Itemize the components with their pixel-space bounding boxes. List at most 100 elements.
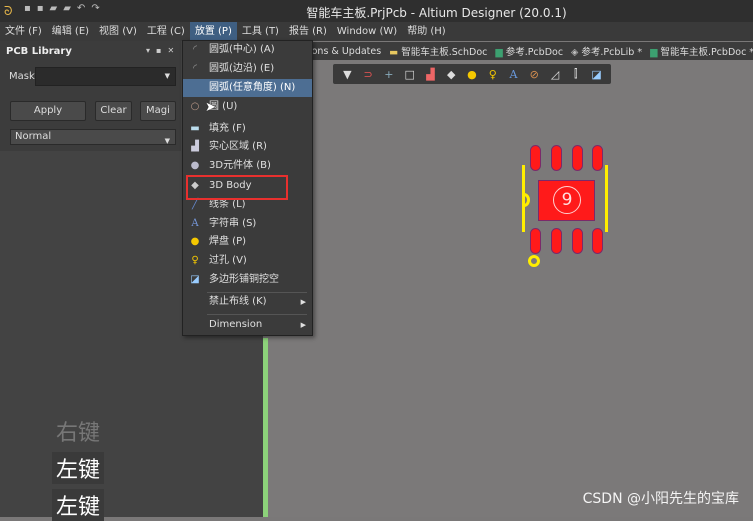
menu-item-keepout[interactable]: 禁止布线 (K) ▶ xyxy=(183,293,312,311)
crosshair-icon[interactable]: + xyxy=(382,68,396,81)
menu-item-label: 3D元件体 (B) xyxy=(209,160,271,171)
pad[interactable] xyxy=(551,228,562,254)
menu-item-pad[interactable]: ● 焊盘 (P) xyxy=(183,233,312,251)
panel-title: PCB Library xyxy=(6,46,72,57)
menu-file[interactable]: 文件 (F) xyxy=(0,22,47,41)
menu-item-label: 线条 (L) xyxy=(209,199,246,210)
highlight-box xyxy=(186,175,288,200)
filter-icon[interactable]: ▼ xyxy=(340,68,354,81)
menu-item-dimension[interactable]: Dimension ▶ xyxy=(183,316,312,334)
pad[interactable] xyxy=(572,145,583,171)
tab-ref-pcblib[interactable]: ◈ 参考.PcbLib * xyxy=(571,44,642,58)
pad[interactable] xyxy=(592,228,603,254)
polygon-icon[interactable]: ◪ xyxy=(590,68,604,81)
select-rect-icon[interactable]: □ xyxy=(403,68,417,81)
menu-item-label: 实心区域 (R) xyxy=(209,141,267,152)
menu-item-circle[interactable]: ○ 圆 (U) xyxy=(183,98,312,116)
arc-edge-icon: ◜ xyxy=(193,63,197,74)
menu-item-polygon-cutout[interactable]: ◪ 多边形铺铜挖空 xyxy=(183,271,312,289)
menu-item-label: 字符串 (S) xyxy=(209,218,257,229)
pad[interactable] xyxy=(530,145,541,171)
menu-item-string[interactable]: A 字符串 (S) xyxy=(183,215,312,233)
pad[interactable] xyxy=(530,228,541,254)
pad-designator: 9 xyxy=(553,186,581,214)
menu-item-arc-edge[interactable]: ◜ 圆弧(边沿) (E) xyxy=(183,60,312,78)
canvas-edge-line xyxy=(263,338,268,517)
align-icon[interactable]: ▟ xyxy=(423,68,437,81)
window-title: 智能车主板.PrjPcb - Altium Designer (20.0.1) xyxy=(306,6,567,20)
menu-item-label: 填充 (F) xyxy=(209,123,246,134)
via-icon: ♀ xyxy=(191,255,199,266)
pad[interactable] xyxy=(551,145,562,171)
via-icon[interactable]: ♀ xyxy=(486,68,500,81)
fill-icon: ▬ xyxy=(190,123,200,134)
schdoc-icon: ▬ xyxy=(389,47,402,58)
origin-marker xyxy=(528,255,540,267)
active-bar: ▼ ⊃ + □ ▟ ◆ ● ♀ A ⊘ ◿ ⫿ ◪ xyxy=(333,64,611,84)
menu-item-label: 多边形铺铜挖空 xyxy=(209,274,279,285)
clear-button[interactable]: Clear xyxy=(95,101,132,121)
pcblib-icon: ◈ xyxy=(571,47,582,58)
menu-help[interactable]: 帮助 (H) xyxy=(402,22,451,41)
key-hint-left: 左键 xyxy=(52,489,105,521)
pcbdoc-icon: ▆ xyxy=(650,47,661,58)
string-icon[interactable]: A xyxy=(507,68,521,81)
pcb-canvas[interactable] xyxy=(263,60,753,517)
mode-select[interactable]: Normal ▼ xyxy=(10,129,176,145)
tab-schdoc[interactable]: ▬ 智能车主板.SchDoc xyxy=(389,44,487,58)
submenu-arrow-icon: ▶ xyxy=(300,321,306,329)
polygon-cutout-icon: ◪ xyxy=(190,274,200,285)
chevron-down-icon: ▼ xyxy=(164,72,170,80)
menu-project[interactable]: 工程 (C) xyxy=(142,22,190,41)
panel-controls[interactable]: ▾▪✕ xyxy=(146,46,180,55)
pad[interactable] xyxy=(572,228,583,254)
3d-body-icon[interactable]: ◆ xyxy=(444,68,458,81)
chevron-down-icon: ▼ xyxy=(164,137,170,145)
menu-item-solid-region[interactable]: ▟ 实心区域 (R) xyxy=(183,138,312,156)
dimension-icon[interactable]: ⫿ xyxy=(569,67,583,81)
menu-window[interactable]: Window (W) xyxy=(332,22,402,41)
menu-view[interactable]: 视图 (V) xyxy=(94,22,142,41)
pcbdoc-icon: ▆ xyxy=(495,47,506,58)
menu-tools[interactable]: 工具 (T) xyxy=(237,22,284,41)
menu-reports[interactable]: 报告 (R) xyxy=(284,22,332,41)
key-hint-left: 左键 xyxy=(52,452,105,484)
tab-main-pcbdoc[interactable]: ▆ 智能车主板.PcbDoc * xyxy=(650,44,753,58)
menu-item-label: 圆弧(任意角度) (N) xyxy=(209,82,296,93)
string-icon: A xyxy=(191,218,199,229)
menu-item-label: 圆弧(边沿) (E) xyxy=(209,63,275,74)
tab-label: 参考.PcbDoc xyxy=(505,47,564,58)
tab-label: 参考.PcbLib * xyxy=(581,47,643,58)
menu-item-label: Dimension xyxy=(209,319,263,330)
mouse-cursor-icon: ➤ xyxy=(205,100,216,115)
tab-label: 智能车主板.SchDoc xyxy=(401,47,488,58)
3d-body-icon: ● xyxy=(190,160,200,171)
pad-icon: ● xyxy=(190,236,200,247)
arc-icon[interactable]: ⊘ xyxy=(527,68,541,81)
pad-icon[interactable]: ● xyxy=(465,68,479,81)
tab-label: 智能车主板.PcbDoc * xyxy=(660,47,753,58)
document-tabs: nsions & Updates ▬ 智能车主板.SchDoc ▆ 参考.Pcb… xyxy=(263,42,753,60)
menu-item-fill[interactable]: ▬ 填充 (F) xyxy=(183,120,312,138)
tab-ref-pcbdoc[interactable]: ▆ 参考.PcbDoc xyxy=(495,44,563,58)
mask-input[interactable]: ▼ xyxy=(35,67,176,86)
menu-separator xyxy=(207,314,307,315)
magnet-icon[interactable]: ⊃ xyxy=(361,68,375,81)
menu-bar: 文件 (F) 编辑 (E) 视图 (V) 工程 (C) 放置 (P) 工具 (T… xyxy=(0,22,753,41)
menu-item-label: 焊盘 (P) xyxy=(209,236,247,247)
mask-label: Mask xyxy=(9,71,35,82)
watermark: CSDN @小阳先生的宝库 xyxy=(582,491,739,507)
submenu-arrow-icon: ▶ xyxy=(300,298,306,306)
magnify-button[interactable]: Magi xyxy=(140,101,176,121)
menu-edit[interactable]: 编辑 (E) xyxy=(47,22,94,41)
menu-place[interactable]: 放置 (P) xyxy=(189,22,237,41)
menu-item-3d-component-body[interactable]: ● 3D元件体 (B) xyxy=(183,157,312,175)
menu-item-arc-any[interactable]: 圆弧(任意角度) (N) xyxy=(183,79,312,97)
arc-center-icon: ◜ xyxy=(193,44,197,55)
menu-item-arc-center[interactable]: ◜ 圆弧(中心) (A) xyxy=(183,41,312,59)
line-icon[interactable]: ◿ xyxy=(548,68,562,81)
pad[interactable] xyxy=(592,145,603,171)
apply-button[interactable]: Apply xyxy=(10,101,86,121)
mode-value: Normal xyxy=(15,131,52,142)
menu-item-via[interactable]: ♀ 过孔 (V) xyxy=(183,252,312,270)
